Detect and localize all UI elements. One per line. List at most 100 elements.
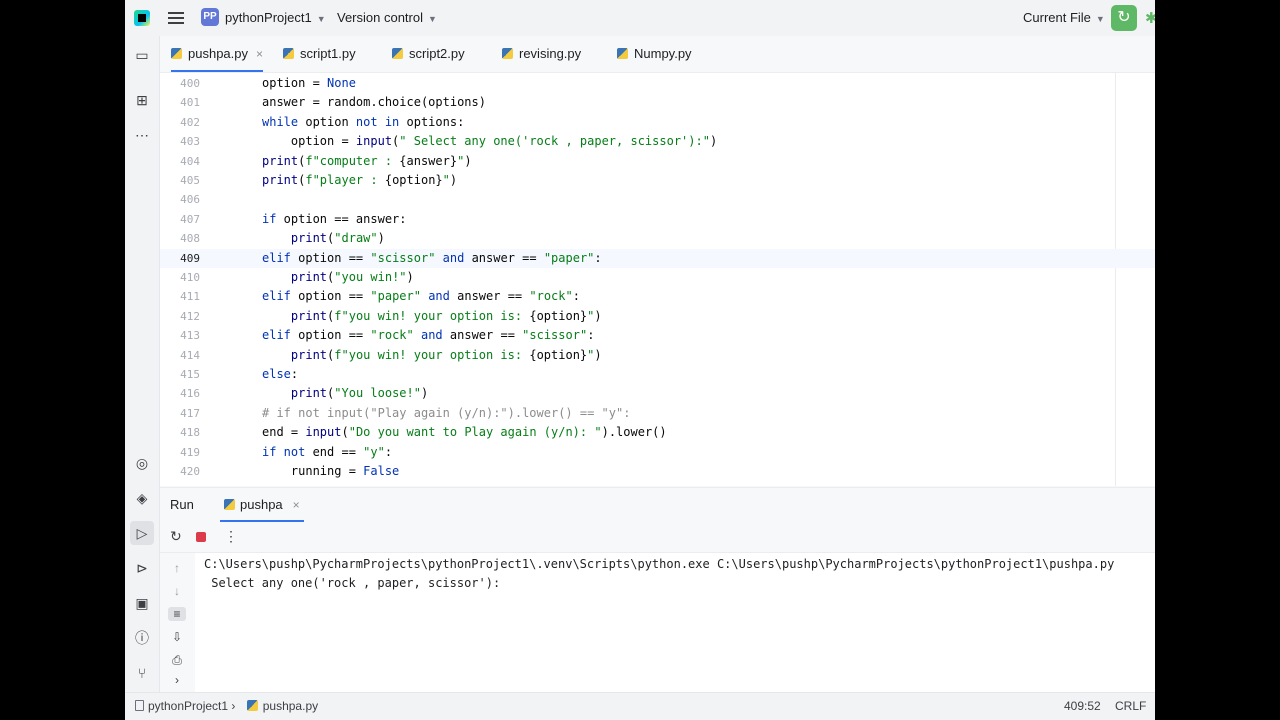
code-line[interactable]: 412 print(f"you win! your option is: {op… — [160, 307, 1155, 326]
tab-label: revising.py — [519, 46, 582, 61]
title-bar: PP pythonProject1 ▼ Version control ▼ Curr… — [125, 0, 1155, 37]
structure-icon[interactable]: ⊞ — [133, 91, 151, 109]
line-number: 403 — [180, 135, 200, 149]
run-config-selector[interactable]: Current File ▼ — [1023, 10, 1105, 25]
code-line[interactable]: 413 elif option == "rock" and answer == "… — [160, 326, 1155, 345]
code-line[interactable]: 403 option = input(" Select any one('roc… — [160, 132, 1155, 151]
chevron-right-icon[interactable]: › — [168, 673, 186, 687]
services-icon[interactable]: ⊳ — [133, 559, 151, 577]
code-line-current[interactable]: 409 elif option == "scissor" and answer =… — [160, 248, 1155, 268]
run-tab-pushpa[interactable]: pushpa × — [220, 488, 304, 522]
breadcrumb-project[interactable]: pythonProject1 — [148, 699, 228, 713]
run-icon: ↻ — [1117, 9, 1131, 26]
chevron-down-icon: ▼ — [1095, 14, 1105, 24]
line-number: 417 — [180, 406, 200, 420]
code-line[interactable]: 401 answer = random.choice(options) — [160, 93, 1155, 112]
code-text: answer = random.choice(options) — [262, 95, 486, 110]
code-text: elif option == "rock" and answer == "sci… — [262, 328, 595, 343]
code-editor[interactable]: 400 option = None 401 answer = random.choi… — [160, 73, 1155, 486]
console-side-toolbar: ↑ ↓ ≡ ⇩ ⎙ › — [160, 553, 194, 692]
code-line[interactable]: 419 if not end == "y": — [160, 443, 1155, 462]
python-file-icon — [224, 499, 235, 510]
run-button[interactable]: ↻ — [1111, 5, 1137, 31]
more-options-icon[interactable]: ⋮ — [224, 528, 238, 545]
project-badge[interactable]: PP — [201, 8, 219, 26]
code-line[interactable]: 400 option = None — [160, 74, 1155, 93]
code-line[interactable]: 416 print("You loose!") — [160, 384, 1155, 403]
version-control-menu[interactable]: Version control ▼ — [337, 10, 437, 25]
stop-icon[interactable] — [196, 532, 206, 542]
line-number: 411 — [180, 290, 200, 304]
line-number: 409 — [180, 251, 200, 265]
code-line[interactable]: 418 end = input("Do you want to Play agai… — [160, 423, 1155, 442]
python-file-icon — [392, 48, 403, 59]
code-line[interactable]: 411 elif option == "paper" and answer == … — [160, 287, 1155, 306]
tab-script1-py[interactable]: script1.py — [283, 36, 356, 72]
terminal-icon[interactable]: ▣ — [133, 594, 151, 612]
code-line[interactable]: 405 print(f"player : {option}") — [160, 171, 1155, 190]
code-line[interactable]: 415 else: — [160, 365, 1155, 384]
rerun-icon[interactable]: ↻ — [170, 528, 182, 545]
print-icon[interactable]: ⎙ — [168, 653, 186, 668]
run-console-output[interactable]: C:\Users\pushp\PycharmProjects\pythonPro… — [195, 553, 1155, 692]
code-text: running = False — [262, 464, 400, 478]
hamburger-menu-icon[interactable] — [168, 9, 184, 27]
git-icon[interactable]: ⑂ — [133, 664, 151, 682]
line-number: 416 — [180, 387, 200, 401]
tab-revising-py[interactable]: revising.py — [502, 36, 581, 72]
code-text: elif option == "paper" and answer == "ro… — [262, 289, 580, 304]
soft-wrap-icon[interactable]: ≡ — [168, 607, 186, 621]
tab-pushpa-py[interactable]: pushpa.py × — [171, 36, 264, 72]
scroll-to-end-icon[interactable]: ⇩ — [168, 630, 186, 644]
code-line[interactable]: 410 print("you win!") — [160, 268, 1155, 287]
line-number: 406 — [180, 193, 200, 207]
code-text: print("You loose!") — [290, 386, 429, 401]
line-number: 413 — [180, 329, 200, 343]
pycharm-logo-icon[interactable] — [134, 10, 150, 26]
folder-icon[interactable]: ▭ — [133, 46, 151, 64]
code-line[interactable]: 414 print(f"you win! your option is: {op… — [160, 346, 1155, 365]
tab-label: script1.py — [300, 46, 356, 61]
line-number: 420 — [180, 465, 200, 478]
python-file-icon — [283, 48, 294, 59]
code-line[interactable]: 402 while option not in options: — [160, 113, 1155, 132]
breadcrumb-file[interactable]: pushpa.py — [263, 699, 318, 713]
run-panel-title: Run — [170, 497, 194, 512]
code-line[interactable]: 408 print("draw") — [160, 229, 1155, 248]
console-line: C:\Users\pushp\PycharmProjects\pythonPro… — [204, 557, 1115, 571]
project-selector[interactable]: pythonProject1 ▼ — [225, 10, 326, 25]
arrow-up-icon[interactable]: ↑ — [168, 561, 186, 575]
line-separator[interactable]: CRLF — [1115, 699, 1146, 713]
tab-label: Numpy.py — [634, 46, 692, 61]
run-tool-icon[interactable]: ▷ — [130, 521, 154, 545]
code-line[interactable]: 406 — [160, 190, 1155, 209]
debug-icon[interactable]: ✱ — [1145, 9, 1155, 27]
code-line[interactable]: 407 if option == answer: — [160, 210, 1155, 229]
line-number: 400 — [180, 77, 200, 90]
line-number: 404 — [180, 154, 200, 168]
letterbox-left — [0, 0, 125, 720]
tab-numpy-py[interactable]: Numpy.py — [617, 36, 692, 72]
close-icon[interactable]: × — [293, 498, 300, 512]
tab-script2-py[interactable]: script2.py — [392, 36, 465, 72]
more-tools-icon[interactable]: ⋯ — [133, 126, 151, 144]
code-text: elif option == "scissor" and answer == "… — [262, 250, 602, 265]
run-tab-label: pushpa — [240, 497, 283, 512]
line-number: 418 — [180, 426, 200, 440]
python-console-icon[interactable]: ◎ — [133, 454, 151, 472]
problems-icon[interactable]: ⓘ — [133, 629, 151, 647]
close-icon[interactable]: × — [256, 47, 263, 61]
chevron-down-icon: ▼ — [428, 14, 437, 24]
vcs-label: Version control — [337, 10, 423, 25]
code-text: print(f"computer : {answer}") — [262, 153, 472, 168]
code-text: print("you win!") — [290, 270, 414, 284]
code-line[interactable]: 420 running = False — [160, 462, 1155, 481]
code-line[interactable]: 417 # if not input("Play again (y/n):").l… — [160, 404, 1155, 423]
arrow-down-icon[interactable]: ↓ — [168, 584, 186, 598]
code-line[interactable]: 404 print(f"computer : {answer}") — [160, 152, 1155, 171]
python-packages-icon[interactable]: ◈ — [133, 489, 151, 507]
caret-position[interactable]: 409:52 — [1064, 699, 1101, 713]
breadcrumb[interactable]: pythonProject1 › pushpa.py — [135, 699, 318, 713]
run-config-label: Current File — [1023, 10, 1091, 25]
status-bar: pythonProject1 › pushpa.py 409:52 CRLF — [125, 692, 1155, 720]
